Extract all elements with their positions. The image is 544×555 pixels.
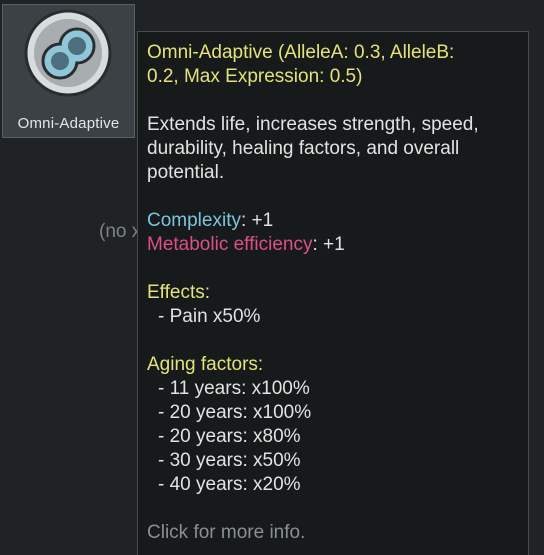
tooltip-description-line-2: durability, healing factors, and overall: [147, 138, 460, 159]
aging-factor-item: - 11 years: x100%: [158, 378, 310, 399]
gene-label: Omni-Adaptive: [17, 115, 120, 132]
complexity-stat: Complexity: +1: [147, 209, 528, 233]
background-placeholder-text: (no x: [99, 221, 142, 242]
effect-item: - Pain x50%: [158, 306, 261, 327]
gene-tooltip: Omni-Adaptive (AlleleA: 0.3, AlleleB: 0.…: [137, 31, 529, 555]
double-cell-gene-icon: [24, 9, 112, 97]
aging-factor-item: - 40 years: x20%: [158, 474, 301, 495]
tooltip-description-line-1: Extends life, increases strength, speed,: [147, 114, 479, 135]
effects-header: Effects:: [147, 282, 211, 303]
tooltip-title-line-2: 0.2, Max Expression: 0.5): [147, 66, 363, 87]
complexity-label: Complexity: [147, 210, 241, 231]
aging-factor-item: - 30 years: x50%: [158, 450, 301, 471]
metabolic-label: Metabolic efficiency: [147, 234, 313, 255]
metabolic-stat: Metabolic efficiency: +1: [147, 233, 528, 257]
complexity-value: : +1: [240, 210, 274, 231]
tooltip-footer-hint: Click for more info.: [147, 522, 306, 543]
aging-factor-item: - 20 years: x80%: [158, 426, 301, 447]
aging-factors-header: Aging factors:: [147, 354, 264, 375]
tooltip-description-line-3: potential.: [147, 162, 225, 183]
gene-card[interactable]: Omni-Adaptive: [2, 4, 135, 138]
tooltip-title-line-1: Omni-Adaptive (AlleleA: 0.3, AlleleB:: [147, 42, 455, 63]
aging-factor-item: - 20 years: x100%: [158, 402, 312, 423]
metabolic-value: : +1: [312, 234, 345, 255]
